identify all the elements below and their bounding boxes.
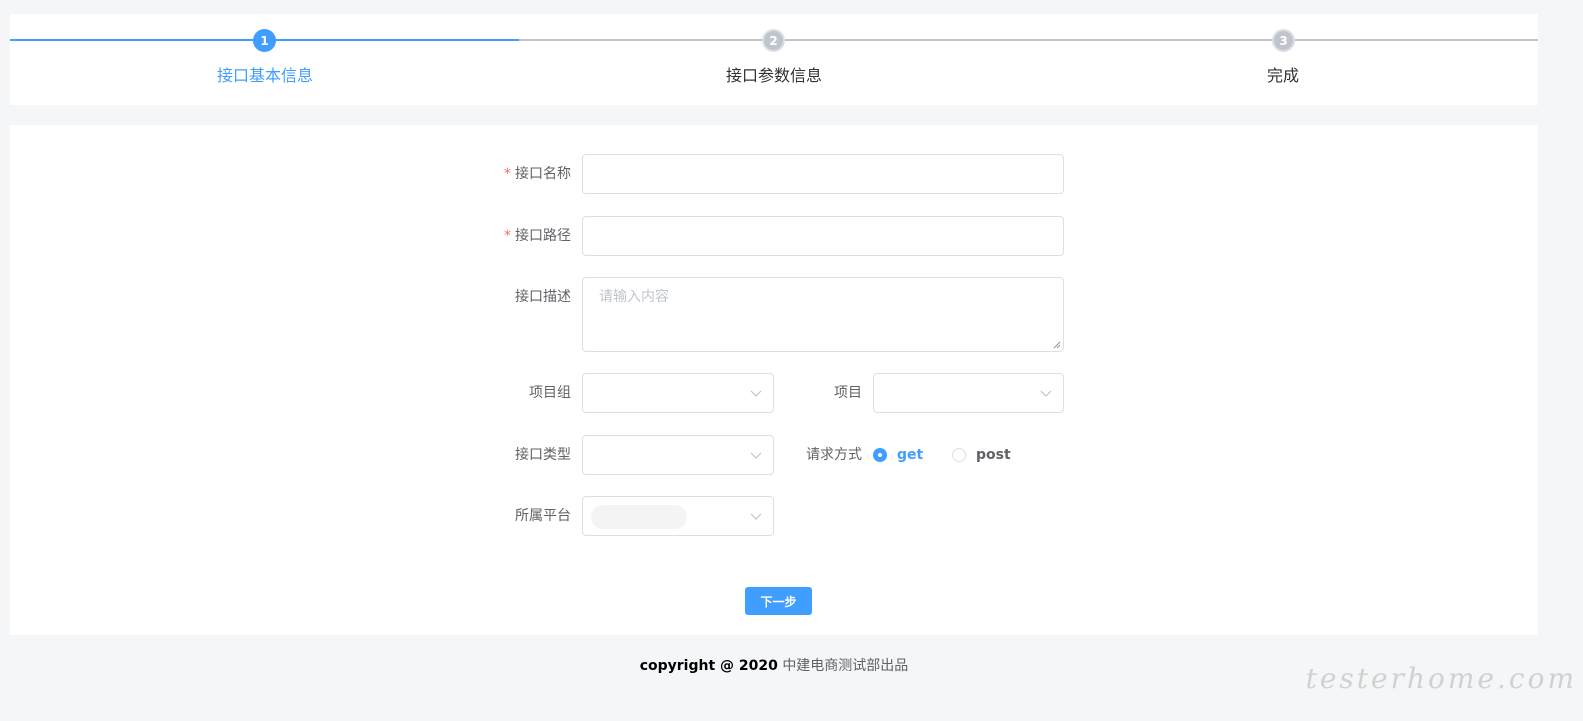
step-1-circle: 1 — [253, 29, 276, 52]
group-select[interactable] — [582, 373, 774, 413]
footer-dept: 中建电商测试部出品 — [782, 658, 909, 674]
path-label: * 接口路径 — [504, 228, 571, 244]
step-2-title: 接口参数信息 — [725, 66, 822, 85]
method-label: 请求方式 — [806, 447, 862, 463]
type-label: 接口类型 — [515, 447, 571, 463]
steps-panel: 1 接口基本信息 2 接口参数信息 3 完成 — [10, 14, 1538, 105]
step-2-circle: 2 — [762, 29, 785, 52]
desc-textarea[interactable]: 请输入内容 — [582, 277, 1064, 352]
step-3-circle: 3 — [1272, 29, 1295, 52]
platform-label: 所属平台 — [515, 508, 571, 524]
method-radio-post[interactable] — [952, 448, 966, 462]
required-star: * — [504, 166, 511, 182]
project-label: 项目 — [834, 385, 862, 401]
chevron-down-icon — [1040, 390, 1052, 397]
name-input[interactable] — [582, 154, 1064, 194]
step-3-title: 完成 — [1266, 66, 1299, 85]
desc-placeholder: 请输入内容 — [599, 289, 669, 305]
footer-copyright: copyright @ 2020 — [639, 658, 778, 674]
form-panel: * 接口名称 * 接口路径 接口描述 请输入内容 项目组 项目 接口类型 请求方式 — [10, 125, 1538, 635]
chevron-down-icon — [750, 513, 762, 520]
type-select[interactable] — [582, 435, 774, 475]
platform-select[interactable] — [582, 496, 774, 536]
chevron-down-icon — [750, 452, 762, 459]
group-label: 项目组 — [529, 385, 571, 401]
name-label: * 接口名称 — [504, 166, 571, 182]
resize-handle-icon[interactable] — [1053, 341, 1061, 349]
desc-label: 接口描述 — [515, 289, 571, 305]
platform-tag — [591, 505, 687, 529]
method-radio-get-label[interactable]: get — [897, 445, 923, 465]
step-1-title: 接口基本信息 — [216, 66, 313, 85]
project-select[interactable] — [873, 373, 1064, 413]
watermark: testerhome.com — [1305, 662, 1577, 695]
path-input[interactable] — [582, 216, 1064, 256]
method-radio-post-label[interactable]: post — [976, 445, 1011, 465]
required-star: * — [504, 228, 511, 244]
next-step-button[interactable]: 下一步 — [745, 587, 812, 615]
method-radio-get[interactable] — [873, 448, 887, 462]
chevron-down-icon — [750, 390, 762, 397]
